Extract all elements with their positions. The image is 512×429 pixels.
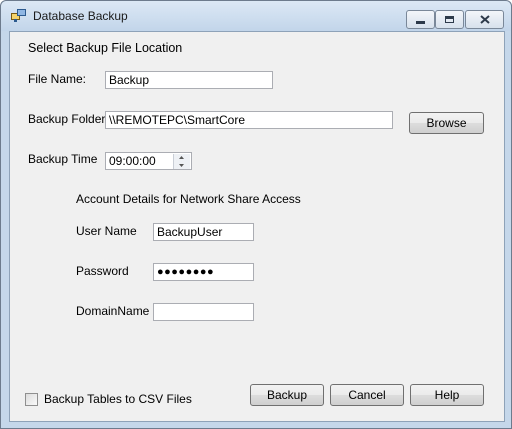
backup-time-label: Backup Time (28, 152, 98, 166)
browse-button[interactable]: Browse (409, 112, 484, 134)
file-name-label: File Name: (28, 72, 87, 86)
maximize-button[interactable] (435, 10, 464, 29)
account-details-heading: Account Details for Network Share Access (76, 192, 301, 206)
csv-backup-label[interactable]: Backup Tables to CSV Files (44, 392, 192, 406)
backup-button[interactable]: Backup (250, 384, 324, 406)
password-label: Password (76, 264, 129, 278)
window-title: Database Backup (33, 9, 128, 23)
backup-folder-label: Backup Folder: (28, 112, 109, 126)
time-spinner[interactable] (173, 154, 190, 169)
backup-time-picker[interactable]: 09:00:00 (105, 152, 192, 170)
spinner-down-icon[interactable] (174, 162, 189, 169)
close-button[interactable] (465, 10, 504, 29)
minimize-icon (416, 21, 425, 24)
section-heading: Select Backup File Location (28, 41, 183, 55)
maximize-icon (445, 16, 454, 23)
spinner-up-icon[interactable] (174, 154, 189, 161)
domain-name-label: DomainName (76, 304, 150, 318)
backup-time-value: 09:00:00 (109, 154, 156, 168)
database-icon (11, 9, 26, 22)
database-backup-window: Database Backup Select Backup File Locat… (0, 0, 512, 429)
help-button[interactable]: Help (410, 384, 484, 406)
csv-backup-checkbox[interactable] (25, 393, 38, 406)
user-name-input[interactable]: BackupUser (153, 223, 254, 241)
form-panel: Select Backup File Location File Name: B… (9, 31, 505, 422)
user-name-label: User Name (76, 224, 137, 238)
domain-name-input[interactable] (153, 303, 254, 321)
title-bar[interactable]: Database Backup (1, 1, 511, 31)
close-icon (479, 15, 490, 24)
backup-folder-input[interactable]: \\REMOTEPC\SmartCore (105, 111, 393, 129)
password-input[interactable]: ●●●●●●●● (153, 263, 254, 281)
cancel-button[interactable]: Cancel (330, 384, 404, 406)
file-name-input[interactable]: Backup (105, 71, 273, 89)
minimize-button[interactable] (406, 10, 435, 29)
